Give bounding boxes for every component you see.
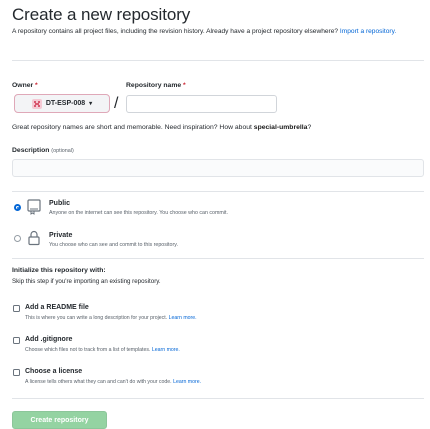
- description-label: Description (optional): [12, 147, 74, 154]
- readme-checkbox[interactable]: [13, 305, 20, 312]
- license-option-description: A license tells others what they can and…: [25, 379, 202, 385]
- import-repository-link[interactable]: Import a repository.: [340, 28, 396, 35]
- readme-option-title[interactable]: Add a README file: [25, 304, 89, 311]
- description-input[interactable]: [12, 159, 424, 177]
- private-radio[interactable]: [14, 235, 21, 242]
- gitignore-option-title[interactable]: Add .gitignore: [25, 336, 72, 343]
- license-learn-more-link[interactable]: Learn more.: [173, 379, 201, 385]
- initialize-heading: Initialize this repository with:: [12, 267, 106, 274]
- license-option-title[interactable]: Choose a license: [25, 368, 82, 375]
- public-option-description: Anyone on the internet can see this repo…: [49, 210, 228, 216]
- divider: [12, 258, 424, 259]
- repo-public-icon: [27, 199, 41, 220]
- optional-label: (optional): [51, 148, 74, 154]
- private-option-title[interactable]: Private: [49, 232, 72, 239]
- chevron-down-icon: ▾: [89, 101, 93, 107]
- initialize-subtitle: Skip this step if you're importing an ex…: [12, 278, 161, 285]
- divider: [12, 398, 424, 399]
- owner-value: DT-ESP-008: [45, 100, 86, 107]
- readme-learn-more-link[interactable]: Learn more.: [169, 315, 197, 321]
- create-repository-button[interactable]: Create repository: [12, 411, 107, 429]
- name-suggestion[interactable]: special-umbrella: [254, 124, 308, 131]
- gitignore-learn-more-link[interactable]: Learn more.: [152, 347, 180, 353]
- page-subtitle: A repository contains all project files,…: [12, 27, 422, 36]
- owner-select-button[interactable]: DT-ESP-008 ▾: [14, 94, 110, 113]
- private-option-description: You choose who can see and commit to thi…: [49, 242, 178, 248]
- subtitle-text: A repository contains all project files,…: [12, 28, 339, 35]
- owner-repo-separator: /: [114, 95, 119, 112]
- divider: [12, 60, 424, 61]
- repository-name-label: Repository name *: [126, 82, 186, 89]
- page-title: Create a new repository: [12, 5, 191, 24]
- repository-name-hint: Great repository names are short and mem…: [12, 124, 312, 131]
- readme-option-description: This is where you can write a long descr…: [25, 315, 197, 321]
- required-mark: *: [183, 82, 186, 89]
- required-mark: *: [35, 82, 38, 89]
- gitignore-option-description: Choose which files not to track from a l…: [25, 347, 180, 353]
- lock-icon: [27, 230, 41, 251]
- public-option-title[interactable]: Public: [49, 200, 70, 207]
- owner-avatar-icon: [31, 98, 42, 109]
- owner-label: Owner *: [12, 82, 38, 89]
- gitignore-checkbox[interactable]: [13, 337, 20, 344]
- public-radio[interactable]: [14, 204, 21, 211]
- license-checkbox[interactable]: [13, 369, 20, 376]
- divider: [12, 191, 424, 192]
- repository-name-input[interactable]: [126, 95, 277, 113]
